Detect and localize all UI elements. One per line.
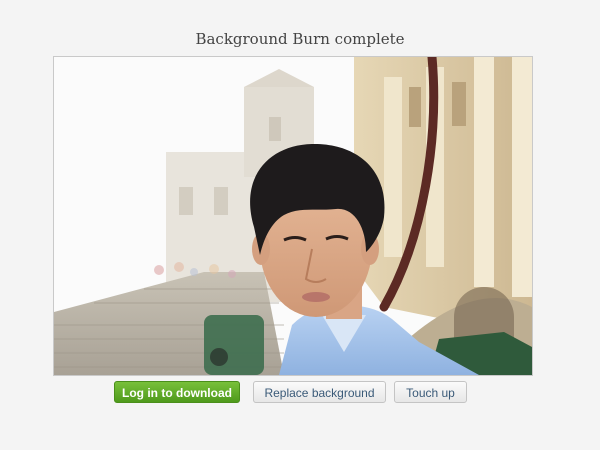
photo-illustration <box>54 57 532 375</box>
touch-up-button[interactable]: Touch up <box>394 381 467 403</box>
page: Background Burn complete Log in to downl… <box>0 0 600 450</box>
page-title: Background Burn complete <box>195 30 405 48</box>
replace-background-button[interactable]: Replace background <box>253 381 386 403</box>
result-photo <box>53 56 533 376</box>
action-bar: Log in to download Replace background To… <box>0 381 600 405</box>
login-download-button[interactable]: Log in to download <box>114 381 240 403</box>
